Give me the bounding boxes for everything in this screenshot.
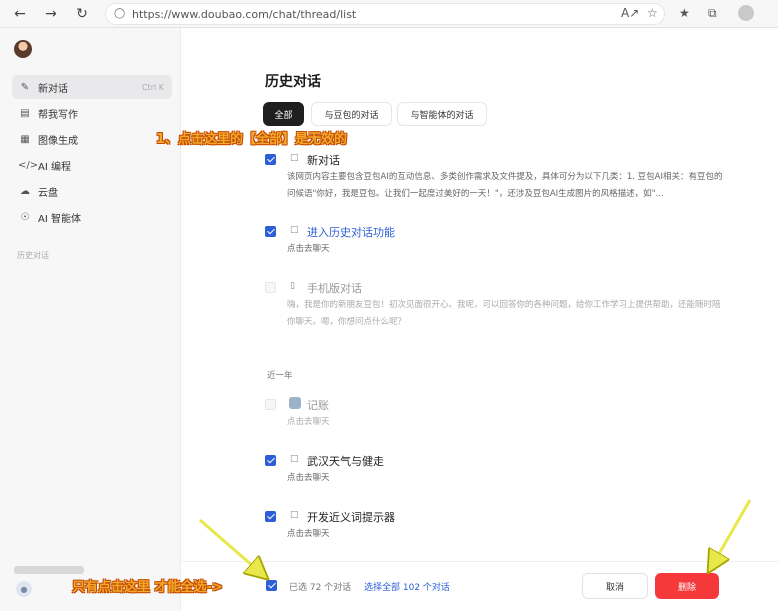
browser-toolbar: ← → ↻ ◯ https://www.doubao.com/chat/thre… [0,0,778,28]
refresh-icon[interactable]: ↻ [72,4,92,24]
item-desc: 点击去聊天 [287,244,330,254]
chat-icon: □ [290,153,299,163]
image-icon: ▦ [20,133,30,145]
sidebar-item-label: AI 编程 [38,161,71,173]
tab-agent-chats[interactable]: 与智能体的对话 [397,102,487,126]
item-title: 武汉天气与健走 [307,455,384,468]
item-checkbox[interactable] [265,154,276,165]
selected-count: 已选 72 个对话 [289,583,352,593]
selection-footer: 已选 72 个对话 选择全部 102 个对话 取消 删除 [181,561,778,611]
forward-icon[interactable]: → [41,4,61,24]
back-icon[interactable]: ← [10,4,30,24]
select-all-checkbox[interactable] [266,580,277,591]
item-checkbox[interactable] [265,511,276,522]
sidebar-item-cloud[interactable]: ☁ 云盘 [12,179,172,203]
item-checkbox[interactable] [265,282,276,293]
item-title: 进入历史对话功能 [307,226,395,239]
account-icon[interactable]: ● [16,581,32,597]
item-checkbox[interactable] [265,226,276,237]
chat-icon: □ [290,225,299,235]
section-label-year: 近一年 [267,371,293,381]
sidebar-item-image[interactable]: ▦ 图像生成 [12,127,172,151]
url-text: https://www.doubao.com/chat/thread/list [132,8,357,21]
item-desc: 点击去聊天 [287,473,330,483]
item-desc: 点击去聊天 [287,529,330,539]
history-panel: 历史对话 全部 与豆包的对话 与智能体的对话 □ 新对话 该网页内容主要包含豆包… [181,28,778,611]
sidebar-item-label: 帮我写作 [38,109,78,121]
item-title: 开发近义词提示器 [307,511,395,524]
favorites-icon[interactable]: ★ [679,6,690,20]
blurred-text [14,566,84,574]
user-avatar[interactable] [14,40,32,58]
item-checkbox[interactable] [265,399,276,410]
annotation-bottom: 只有点击这里 才能全选-> [72,580,223,595]
chat-icon: □ [290,454,299,464]
tab-all[interactable]: 全部 [263,102,304,126]
shortcut-hint: Ctrl K [141,82,164,92]
annotation-top: 1、点击这里的【全部】是无效的 [156,132,348,147]
agent-icon: ☉ [20,211,30,223]
cancel-button[interactable]: 取消 [582,573,648,599]
tab-doubao-chats[interactable]: 与豆包的对话 [311,102,392,126]
phone-icon: ▯ [290,281,295,291]
sidebar-item-label: 云盘 [38,187,58,199]
page-title: 历史对话 [265,74,321,90]
write-icon: ▤ [20,107,30,119]
delete-button[interactable]: 删除 [655,573,719,599]
code-icon: </> [18,159,39,171]
sidebar-item-code[interactable]: </> AI 编程 [12,153,172,177]
sidebar-item-writing[interactable]: ▤ 帮我写作 [12,101,172,125]
sidebar-item-agent[interactable]: ☉ AI 智能体 [12,205,172,229]
lock-icon: ◯ [114,8,126,19]
item-title: 手机版对话 [307,282,362,295]
read-aloud-icon[interactable]: A↗ [621,6,639,20]
edit-icon: ✎ [20,81,30,93]
item-desc: 嗨，我是你的新朋友豆包！初次见面很开心。我呢，可以回答你的各种问题，给你工作学习… [287,300,721,327]
item-title: 新对话 [307,154,340,167]
select-all-link[interactable]: 选择全部 102 个对话 [364,580,450,593]
item-checkbox[interactable] [265,455,276,466]
collections-icon[interactable]: ⧉ [708,6,717,21]
chat-icon: □ [290,510,299,520]
item-title: 记账 [307,399,329,412]
sidebar-item-label: 图像生成 [38,135,78,147]
profile-icon[interactable] [738,5,754,21]
favorite-add-icon[interactable]: ☆ [647,6,658,20]
cloud-icon: ☁ [20,185,30,197]
sidebar-section-label: 历史对话 [17,251,49,260]
notebook-icon [289,397,301,409]
sidebar-item-label: 新对话 [38,83,68,95]
address-bar[interactable]: ◯ https://www.doubao.com/chat/thread/lis… [105,3,665,25]
sidebar-item-label: AI 智能体 [38,213,81,225]
item-desc: 点击去聊天 [287,417,330,427]
sidebar: ✎ 新对话 Ctrl K ▤ 帮我写作 ▦ 图像生成 </> AI 编程 ☁ 云… [0,28,181,611]
sidebar-item-new-chat[interactable]: ✎ 新对话 Ctrl K [12,75,172,99]
item-desc: 该网页内容主要包含豆包AI的互动信息、多类创作需求及文件提及，具体可分为以下几类… [287,172,723,199]
